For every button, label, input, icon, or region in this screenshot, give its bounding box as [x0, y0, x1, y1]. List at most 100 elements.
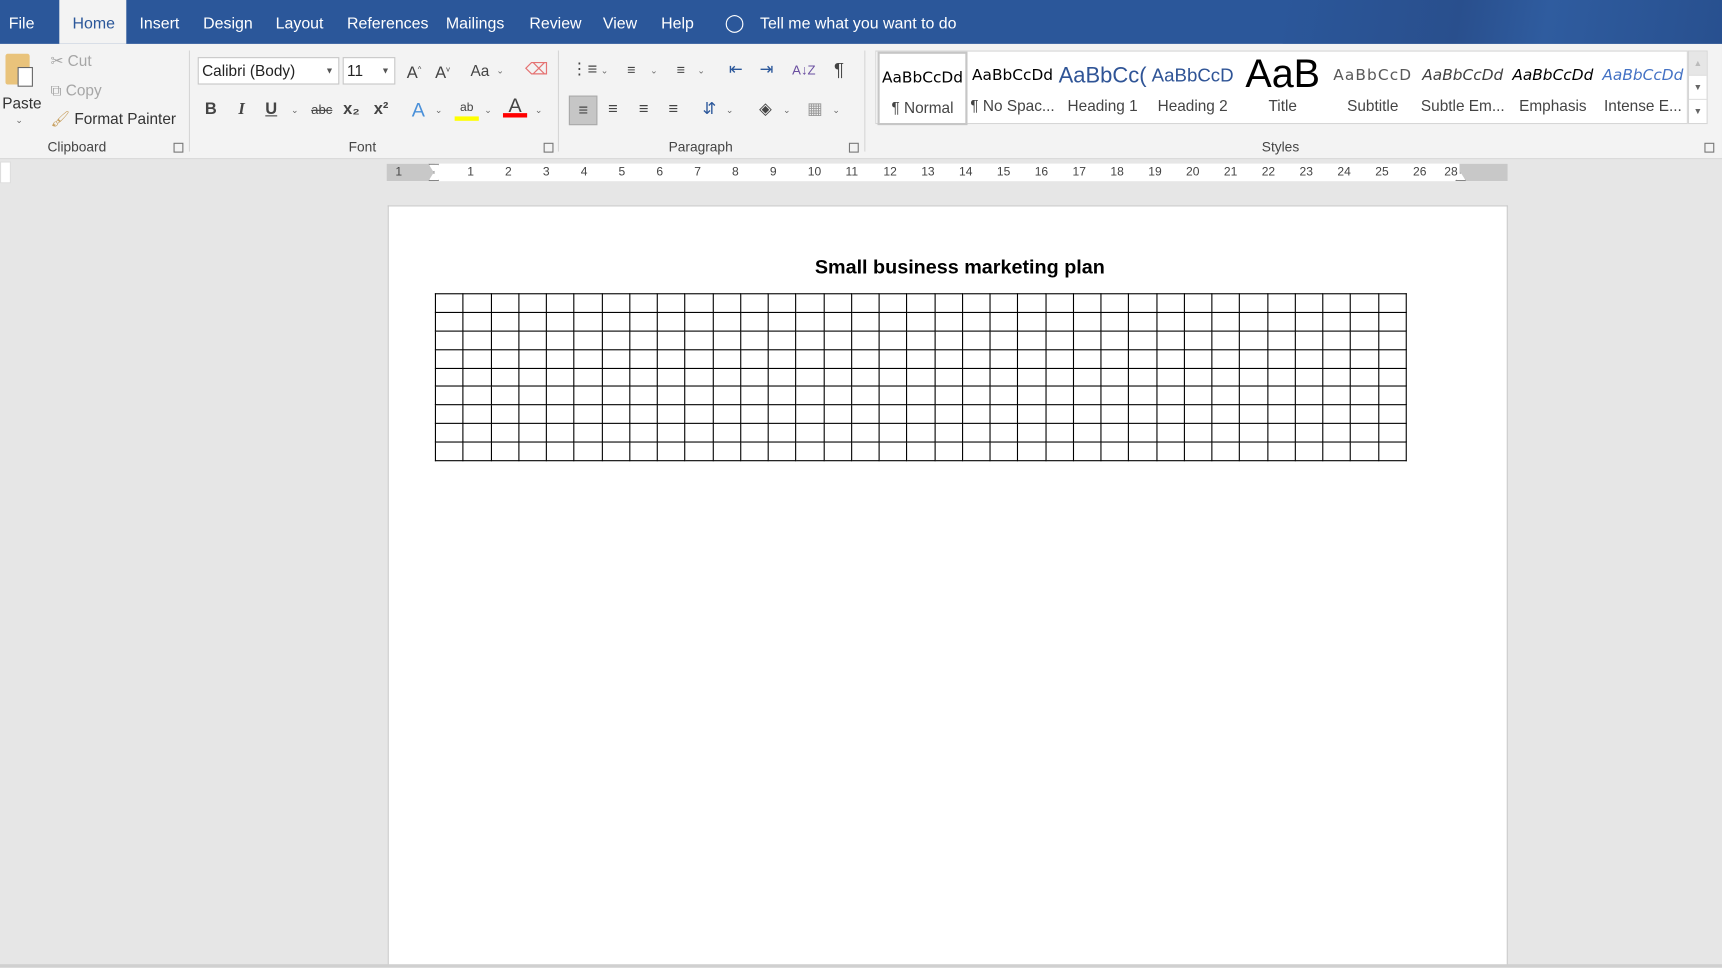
table-cell[interactable] — [823, 330, 852, 350]
table-cell[interactable] — [1100, 348, 1130, 369]
strikethrough-button[interactable]: abc — [310, 99, 334, 121]
table-cell[interactable] — [767, 330, 797, 350]
table-cell[interactable] — [934, 423, 963, 443]
table-cell[interactable] — [1377, 311, 1407, 332]
table-cell[interactable] — [656, 385, 686, 406]
table-cell[interactable] — [1183, 311, 1213, 332]
table-cell[interactable] — [1211, 311, 1241, 332]
table-cell[interactable] — [1239, 404, 1268, 425]
font-dialog-launcher[interactable] — [543, 142, 554, 153]
table-cell[interactable] — [490, 311, 520, 332]
copy-button[interactable]: ⧉ Copy — [51, 81, 102, 100]
table-cell[interactable] — [878, 367, 908, 388]
change-case-button[interactable]: Aa — [468, 59, 492, 81]
table-cell[interactable] — [850, 423, 880, 443]
table-cell[interactable] — [795, 330, 825, 350]
table-cell[interactable] — [1044, 330, 1074, 350]
table-cell[interactable] — [934, 330, 963, 350]
table-cell[interactable] — [1211, 348, 1241, 369]
numbering-icon[interactable]: ≡ — [619, 59, 643, 81]
table-cell[interactable] — [434, 441, 464, 462]
table-cell[interactable] — [823, 385, 852, 406]
table-cell[interactable] — [490, 348, 520, 369]
table-cell[interactable] — [1377, 441, 1407, 462]
tab-mailings[interactable]: Mailings — [433, 0, 518, 44]
table-cell[interactable] — [850, 330, 880, 350]
table-cell[interactable] — [795, 441, 825, 462]
table-cell[interactable] — [1239, 423, 1268, 443]
table-cell[interactable] — [490, 367, 520, 388]
table-cell[interactable] — [739, 404, 769, 425]
paste-button[interactable]: Paste ⌄ — [2, 49, 42, 131]
table-cell[interactable] — [628, 404, 658, 425]
style-normal[interactable]: AaBbCcDd ¶ Normal — [877, 51, 968, 126]
italic-button[interactable]: I — [232, 99, 252, 121]
table-cell[interactable] — [934, 348, 963, 369]
table-cell[interactable] — [573, 385, 603, 406]
table-cell[interactable] — [462, 385, 492, 406]
table-cell[interactable] — [1294, 311, 1324, 332]
table-cell[interactable] — [906, 385, 936, 406]
table-cell[interactable] — [462, 367, 492, 388]
tell-me-box[interactable]: ◯ Tell me what you want to do — [725, 0, 957, 44]
table-cell[interactable] — [1128, 423, 1157, 443]
table-cell[interactable] — [1100, 385, 1130, 406]
table-cell[interactable] — [1349, 367, 1379, 388]
table-cell[interactable] — [1044, 367, 1074, 388]
table-cell[interactable] — [684, 385, 714, 406]
horizontal-ruler[interactable]: 1 1 2 3 4 5 6 7 8 9 10 11 12 13 14 15 16 17 18 19 20 21 22 23 24… — [386, 163, 1508, 182]
table-cell[interactable] — [518, 404, 547, 425]
tab-references[interactable]: References — [334, 0, 442, 44]
table-cell[interactable] — [1100, 311, 1130, 332]
table-cell[interactable] — [767, 441, 797, 462]
table-cell[interactable] — [518, 293, 547, 313]
table-cell[interactable] — [1266, 348, 1296, 369]
table-cell[interactable] — [878, 404, 908, 425]
tab-layout[interactable]: Layout — [262, 0, 336, 44]
table-cell[interactable] — [823, 367, 852, 388]
table-cell[interactable] — [628, 293, 658, 313]
table-cell[interactable] — [462, 330, 492, 350]
table-cell[interactable] — [1294, 423, 1324, 443]
table-cell[interactable] — [684, 404, 714, 425]
table-cell[interactable] — [961, 330, 991, 350]
scroll-up-button[interactable]: ▲ — [1689, 51, 1707, 76]
table-cell[interactable] — [961, 348, 991, 369]
table-cell[interactable] — [1239, 385, 1268, 406]
table-cell[interactable] — [767, 423, 797, 443]
table-cell[interactable] — [601, 348, 631, 369]
style-emphasis[interactable]: AaBbCcDd Emphasis — [1508, 52, 1598, 126]
table-cell[interactable] — [934, 404, 963, 425]
table-cell[interactable] — [601, 385, 631, 406]
table-cell[interactable] — [1183, 367, 1213, 388]
table-cell[interactable] — [656, 441, 686, 462]
table-cell[interactable] — [628, 441, 658, 462]
table-cell[interactable] — [1322, 293, 1352, 313]
table-cell[interactable] — [1155, 441, 1185, 462]
table-cell[interactable] — [1322, 404, 1352, 425]
table-cell[interactable] — [518, 367, 547, 388]
table-cell[interactable] — [767, 311, 797, 332]
table-cell[interactable] — [462, 348, 492, 369]
table-cell[interactable] — [462, 423, 492, 443]
table-cell[interactable] — [1128, 367, 1157, 388]
table-cell[interactable] — [823, 293, 852, 313]
table-cell[interactable] — [1183, 348, 1213, 369]
table-cell[interactable] — [434, 423, 464, 443]
table-cell[interactable] — [878, 385, 908, 406]
style-subtle-emphasis[interactable]: AaBbCcDd Subtle Em... — [1418, 52, 1508, 126]
table-cell[interactable] — [1239, 441, 1268, 462]
table-cell[interactable] — [628, 330, 658, 350]
bold-button[interactable]: B — [201, 99, 221, 121]
table-cell[interactable] — [906, 441, 936, 462]
tab-review[interactable]: Review — [516, 0, 595, 44]
table-cell[interactable] — [1322, 311, 1352, 332]
table-cell[interactable] — [1044, 293, 1074, 313]
table-cell[interactable] — [795, 423, 825, 443]
table-cell[interactable] — [434, 348, 464, 369]
table-cell[interactable] — [961, 441, 991, 462]
table-cell[interactable] — [1183, 330, 1213, 350]
table-cell[interactable] — [1266, 423, 1296, 443]
table-cell[interactable] — [1266, 330, 1296, 350]
table-cell[interactable] — [1072, 311, 1102, 332]
